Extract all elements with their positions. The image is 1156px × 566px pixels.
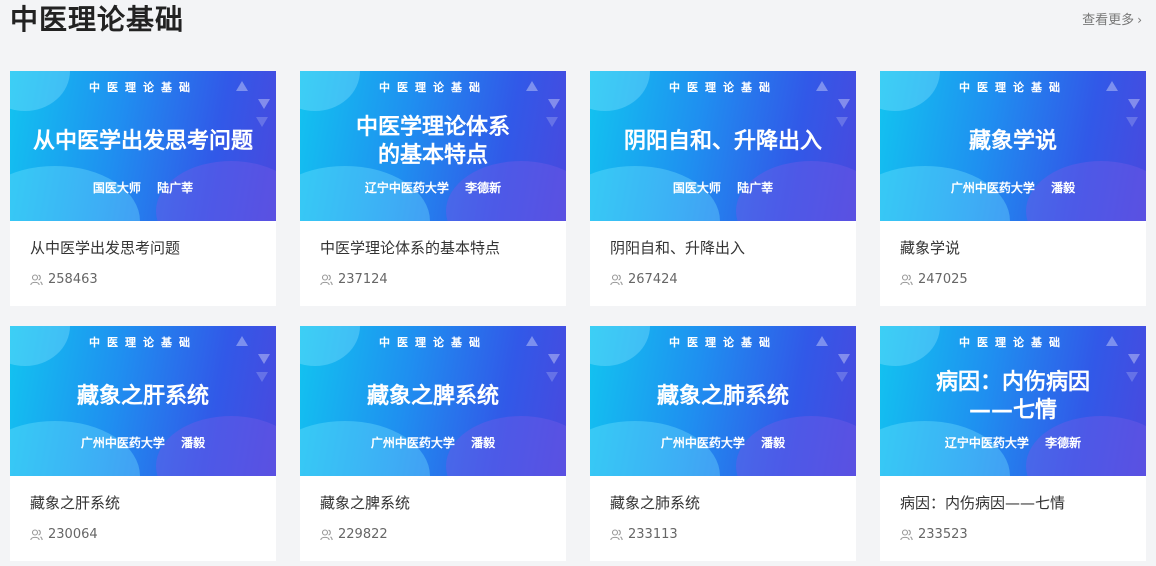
course-cover: 中医理论基础 从中医学出发思考问题 国医大师 陆广莘 [10,71,276,221]
cover-title: 藏象学说 [968,129,1057,154]
course-cover: 中医理论基础 中医学理论体系 的基本特点 辽宁中医药大学 李德新 [300,71,566,221]
course-cover: 中医理论基础 藏象之肺系统 广州中医药大学 潘毅 [590,326,856,476]
view-count-value: 233113 [628,527,678,542]
view-count-value: 229822 [338,527,388,542]
course-card[interactable]: 中医理论基础 藏象之肝系统 广州中医药大学 潘毅 藏象之肝系统 230064 [10,326,276,561]
cover-header: 中医理论基础 [379,81,487,94]
course-title[interactable]: 藏象之肺系统 [610,493,856,513]
view-count-value: 233523 [918,527,968,542]
view-count: 229822 [320,527,566,543]
cover-title: 藏象之脾系统 [366,384,499,409]
course-card[interactable]: 中医理论基础 病因：内伤病因 ——七情 辽宁中医药大学 李德新 病因：内伤病因—… [880,326,1146,561]
users-icon [900,529,913,541]
view-more-link[interactable]: 查看更多 › [1082,11,1142,30]
course-card[interactable]: 中医理论基础 阴阳自和、升降出入 国医大师 陆广莘 阴阳自和、升降出入 2674… [590,71,856,306]
view-count: 233113 [610,527,856,543]
view-count-value: 258463 [48,272,98,287]
cover-title: 阴阳自和、升降出入 [623,129,822,154]
cover-title: 中医学理论体系 的基本特点 [355,115,510,168]
users-icon [610,529,623,541]
users-icon [320,274,333,286]
users-icon [30,274,43,286]
cover-header: 中医理论基础 [89,81,197,94]
view-count: 258463 [30,272,276,288]
cover-header: 中医理论基础 [89,336,197,349]
course-cover: 中医理论基础 藏象之脾系统 广州中医药大学 潘毅 [300,326,566,476]
view-count-value: 237124 [338,272,388,287]
cover-header: 中医理论基础 [959,336,1067,349]
cover-title: 藏象之肝系统 [76,384,209,409]
course-title[interactable]: 阴阳自和、升降出入 [610,238,856,258]
cover-header: 中医理论基础 [959,81,1067,94]
course-card[interactable]: 中医理论基础 藏象之肺系统 广州中医药大学 潘毅 藏象之肺系统 233113 [590,326,856,561]
course-title[interactable]: 藏象之肝系统 [30,493,276,513]
course-cover: 中医理论基础 病因：内伤病因 ——七情 辽宁中医药大学 李德新 [880,326,1146,476]
view-count: 267424 [610,272,856,288]
cover-author: 辽宁中医药大学 李德新 [364,181,502,195]
users-icon [30,529,43,541]
cover-title: 从中医学出发思考问题 [32,129,253,154]
cover-title: 病因：内伤病因 ——七情 [935,370,1090,423]
course-card[interactable]: 中医理论基础 中医学理论体系 的基本特点 辽宁中医药大学 李德新 中医学理论体系… [300,71,566,306]
section-title: 中医理论基础 [10,3,185,36]
users-icon [610,274,623,286]
course-title[interactable]: 中医学理论体系的基本特点 [320,238,566,258]
course-title[interactable]: 藏象学说 [900,238,1146,258]
view-count-value: 230064 [48,527,98,542]
course-cover: 中医理论基础 藏象学说 广州中医药大学 潘毅 [880,71,1146,221]
chevron-right-icon: › [1137,13,1142,27]
cover-author: 国医大师 陆广莘 [92,181,194,195]
course-title[interactable]: 藏象之脾系统 [320,493,566,513]
cover-author: 广州中医药大学 潘毅 [950,181,1076,195]
view-more-label: 查看更多 [1082,13,1135,28]
view-count-value: 267424 [628,272,678,287]
view-count: 247025 [900,272,1146,288]
cover-header: 中医理论基础 [379,336,487,349]
cover-author: 辽宁中医药大学 李德新 [944,436,1082,450]
view-count: 233523 [900,527,1146,543]
course-cover: 中医理论基础 藏象之肝系统 广州中医药大学 潘毅 [10,326,276,476]
course-title[interactable]: 从中医学出发思考问题 [30,238,276,258]
cover-author: 广州中医药大学 潘毅 [370,436,496,450]
cover-header: 中医理论基础 [669,81,777,94]
course-card[interactable]: 中医理论基础 从中医学出发思考问题 国医大师 陆广莘 从中医学出发思考问题 25… [10,71,276,306]
cover-title: 藏象之肺系统 [656,384,789,409]
course-grid: 中医理论基础 从中医学出发思考问题 国医大师 陆广莘 从中医学出发思考问题 25… [10,71,1146,561]
view-count-value: 247025 [918,272,968,287]
users-icon [900,274,913,286]
course-card[interactable]: 中医理论基础 藏象之脾系统 广州中医药大学 潘毅 藏象之脾系统 229822 [300,326,566,561]
course-cover: 中医理论基础 阴阳自和、升降出入 国医大师 陆广莘 [590,71,856,221]
cover-header: 中医理论基础 [669,336,777,349]
view-count: 230064 [30,527,276,543]
course-card[interactable]: 中医理论基础 藏象学说 广州中医药大学 潘毅 藏象学说 247025 [880,71,1146,306]
course-title[interactable]: 病因：内伤病因——七情 [900,493,1146,513]
view-count: 237124 [320,272,566,288]
cover-author: 国医大师 陆广莘 [672,181,774,195]
cover-author: 广州中医药大学 潘毅 [80,436,206,450]
cover-author: 广州中医药大学 潘毅 [660,436,786,450]
users-icon [320,529,333,541]
